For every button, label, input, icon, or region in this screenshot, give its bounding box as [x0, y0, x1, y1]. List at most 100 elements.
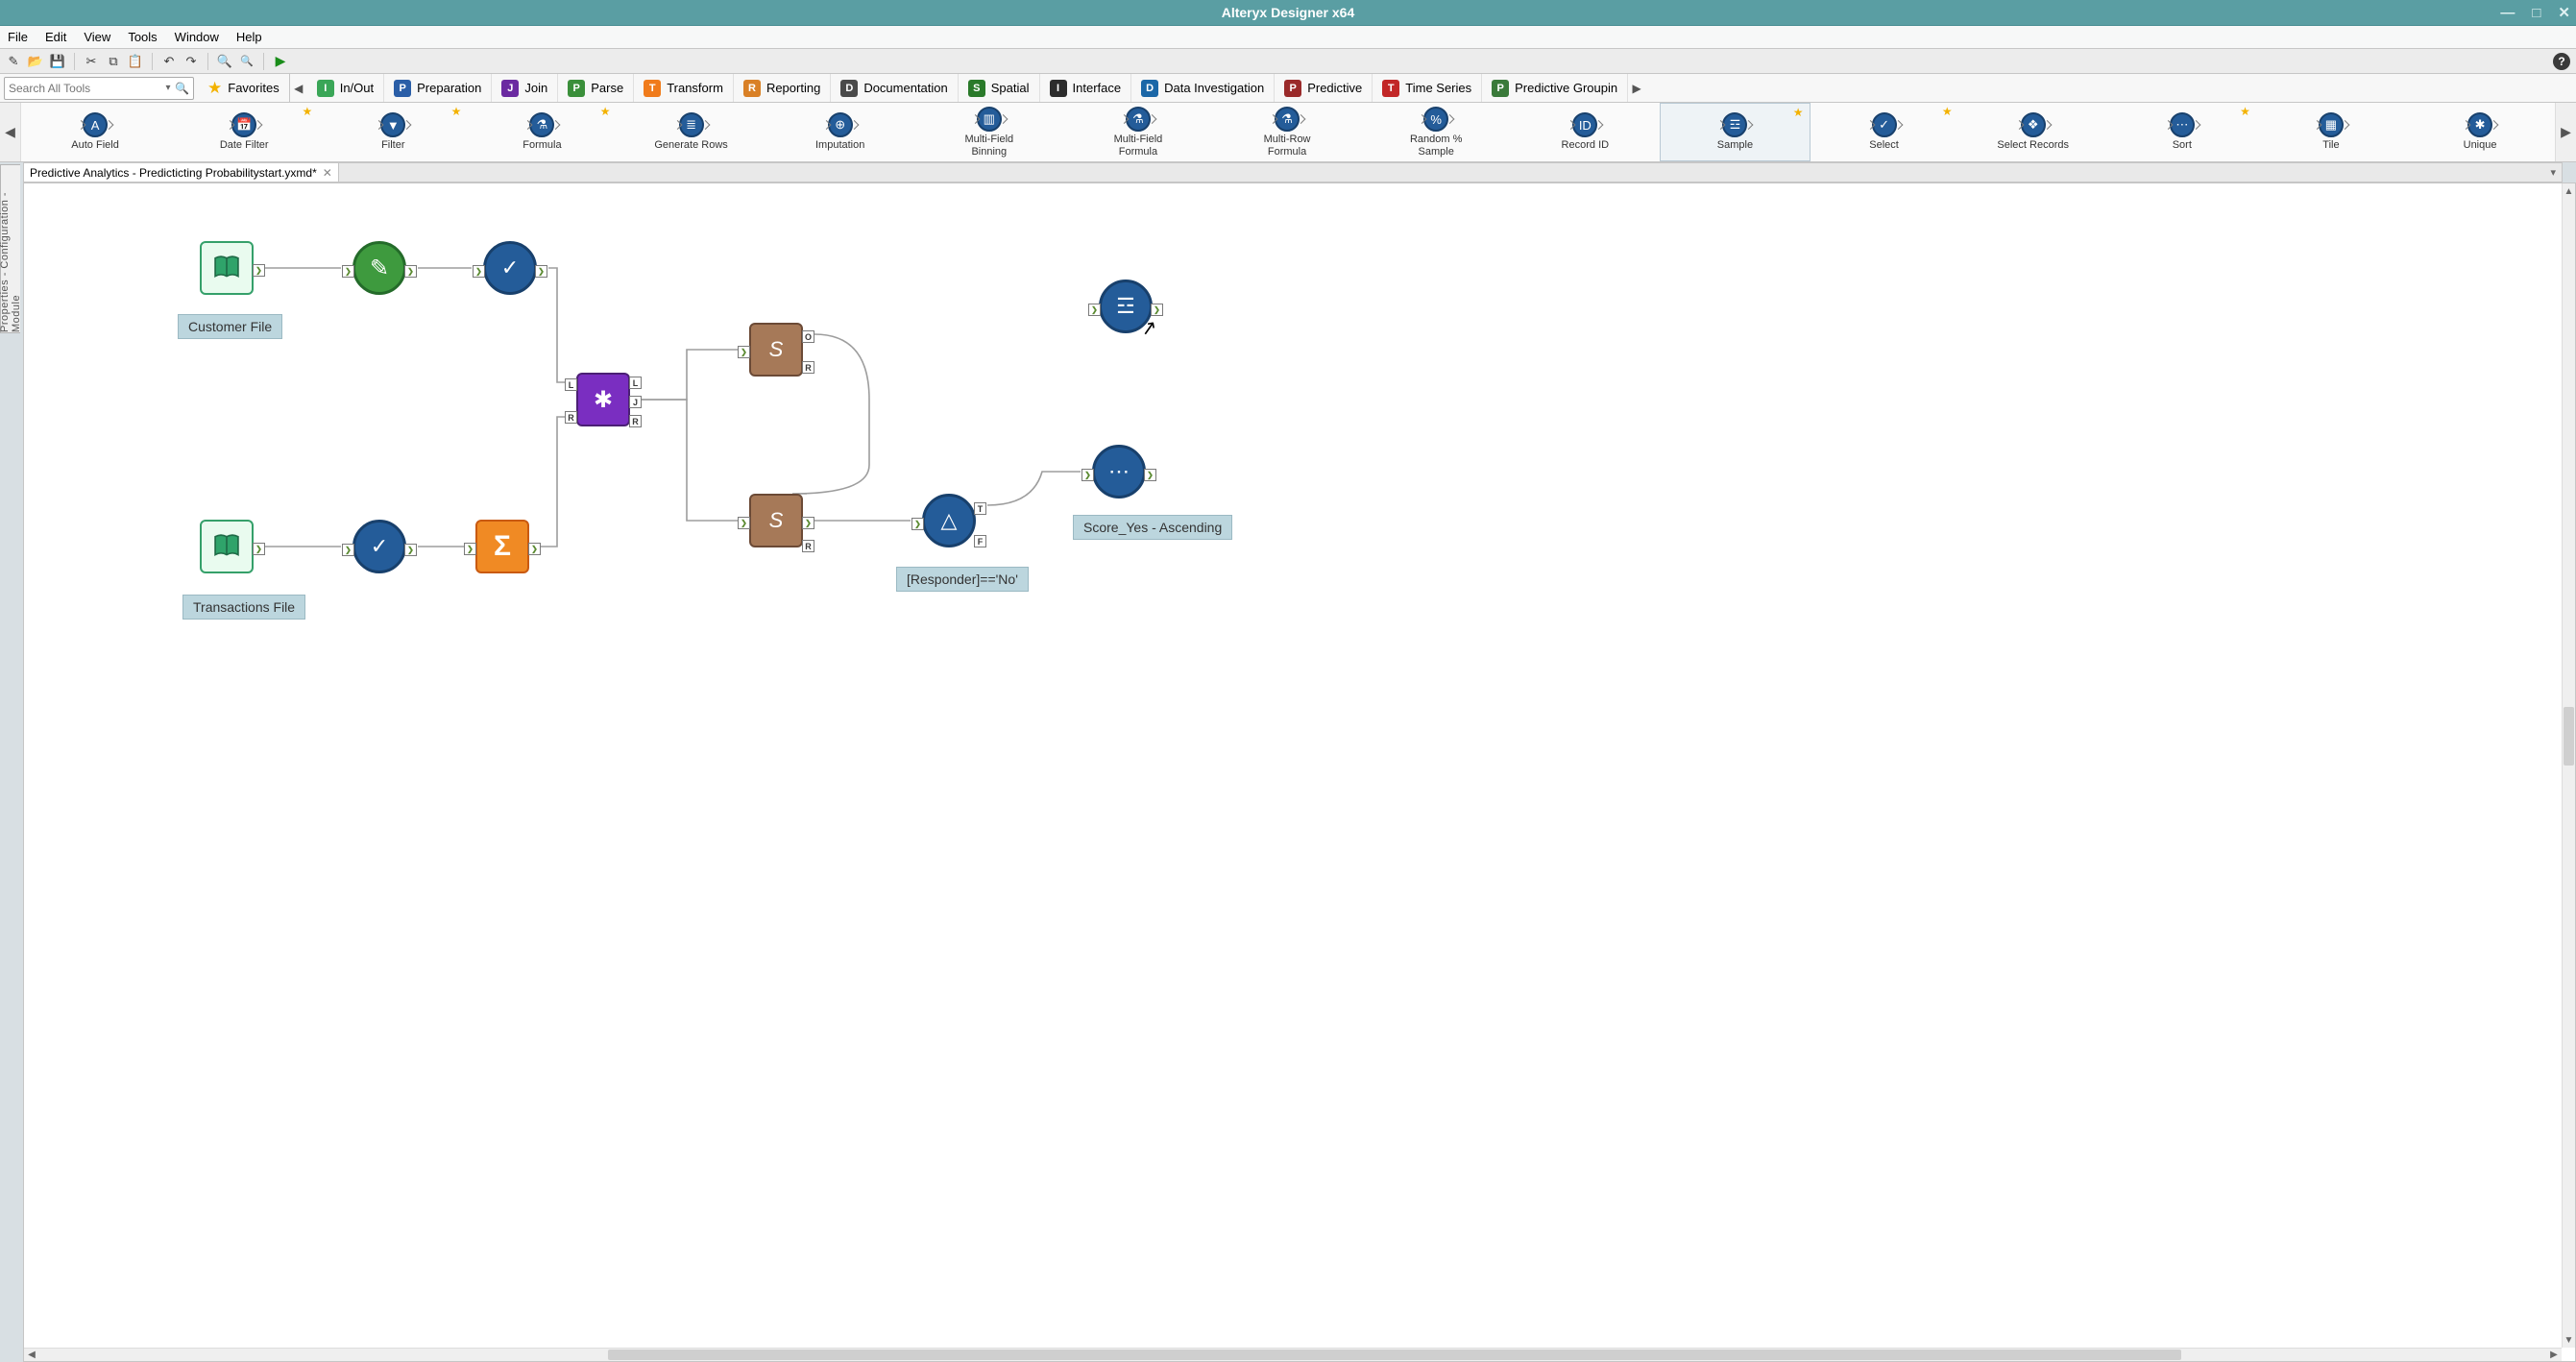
anchor[interactable]: [629, 396, 642, 408]
scroll-left-icon[interactable]: ◀: [24, 1349, 39, 1361]
tool-random-sample[interactable]: %Random % Sample: [1362, 103, 1511, 161]
category-preparation[interactable]: PPreparation: [384, 74, 492, 102]
properties-panel-tab[interactable]: Properties - Configuration - Module: [0, 164, 20, 333]
run-icon[interactable]: ▶: [273, 54, 288, 69]
node-sample[interactable]: ☲: [1099, 280, 1153, 333]
node-score2[interactable]: S: [749, 494, 803, 547]
anchor[interactable]: [738, 346, 750, 358]
open-icon[interactable]: 📂: [28, 54, 43, 69]
tool-generate-rows[interactable]: ≣Generate Rows: [618, 103, 766, 161]
anchor[interactable]: [1151, 304, 1163, 316]
tool-search[interactable]: ▾ 🔍: [4, 77, 194, 100]
menu-edit[interactable]: Edit: [45, 30, 66, 44]
tab-close-icon[interactable]: ✕: [323, 166, 332, 180]
anchor[interactable]: [404, 265, 417, 278]
category-predictive-groupin[interactable]: PPredictive Groupin: [1482, 74, 1628, 102]
anchor[interactable]: [802, 361, 814, 374]
document-tab[interactable]: Predictive Analytics - Predicticting Pro…: [24, 163, 339, 182]
anchor[interactable]: [342, 265, 354, 278]
anchor[interactable]: [1144, 469, 1156, 481]
category-scroll-left-icon[interactable]: ◀: [290, 82, 307, 95]
anchor[interactable]: [802, 540, 814, 552]
palette-scroll-left-icon[interactable]: ◀: [0, 103, 21, 161]
node-select1[interactable]: ✓: [483, 241, 537, 295]
category-join[interactable]: JJoin: [492, 74, 558, 102]
anchor[interactable]: [253, 264, 265, 277]
category-reporting[interactable]: RReporting: [734, 74, 831, 102]
window-maximize-icon[interactable]: □: [2532, 6, 2540, 20]
anchor[interactable]: [473, 265, 485, 278]
anchor[interactable]: [464, 543, 476, 555]
scroll-right-icon[interactable]: ▶: [2546, 1349, 2562, 1361]
help-icon[interactable]: ?: [2553, 53, 2570, 70]
tool-filter[interactable]: ★▼Filter: [319, 103, 468, 161]
tool-multi-field-binning[interactable]: ▥Multi-Field Binning: [915, 103, 1064, 161]
redo-icon[interactable]: ↷: [183, 54, 199, 69]
anchor[interactable]: [738, 517, 750, 529]
tool-auto-field[interactable]: AAuto Field: [21, 103, 170, 161]
anchor[interactable]: [629, 415, 642, 427]
anchor[interactable]: [974, 502, 986, 515]
scroll-down-icon[interactable]: ▼: [2563, 1332, 2575, 1348]
anchor[interactable]: [802, 330, 814, 343]
node-score1[interactable]: S: [749, 323, 803, 377]
anchor[interactable]: [565, 411, 577, 424]
menu-file[interactable]: File: [8, 30, 28, 44]
window-close-icon[interactable]: ✕: [2558, 6, 2570, 20]
workflow-canvas[interactable]: ✎✓✓Σ✱SS△⋯☲Customer FileTransactions File…: [24, 183, 2562, 1348]
node-sum[interactable]: Σ: [475, 520, 529, 573]
tool-search-input[interactable]: [9, 82, 161, 95]
category-interface[interactable]: IInterface: [1040, 74, 1132, 102]
palette-scroll-right-icon[interactable]: ▶: [2555, 103, 2576, 161]
node-filter[interactable]: △: [922, 494, 976, 547]
canvas-vertical-scrollbar[interactable]: ▲ ▼: [2562, 183, 2575, 1348]
menu-help[interactable]: Help: [236, 30, 262, 44]
anchor[interactable]: [342, 544, 354, 556]
canvas-horizontal-scrollbar[interactable]: ◀ ▶: [24, 1348, 2562, 1361]
anchor[interactable]: [253, 543, 265, 555]
scroll-thumb-horizontal[interactable]: [608, 1350, 2181, 1360]
category-transform[interactable]: TTransform: [634, 74, 734, 102]
node-join[interactable]: ✱: [576, 373, 630, 426]
node-input1[interactable]: [200, 241, 254, 295]
tool-date-filter[interactable]: ★📅Date Filter: [170, 103, 319, 161]
anchor[interactable]: [1081, 469, 1094, 481]
anchor[interactable]: [404, 544, 417, 556]
node-sort[interactable]: ⋯: [1092, 445, 1146, 499]
copy-icon[interactable]: ⧉: [106, 54, 121, 69]
scroll-up-icon[interactable]: ▲: [2563, 183, 2575, 199]
zoom-out-icon[interactable]: 🔍: [239, 54, 255, 69]
tab-overflow-icon[interactable]: ▾: [2544, 166, 2562, 179]
tool-formula[interactable]: ★⚗Formula: [468, 103, 617, 161]
tool-select[interactable]: ★✓Select: [1810, 103, 1959, 161]
window-minimize-icon[interactable]: —: [2500, 6, 2515, 20]
tool-record-id[interactable]: IDRecord ID: [1511, 103, 1660, 161]
paste-icon[interactable]: 📋: [128, 54, 143, 69]
tool-sample[interactable]: ★☲Sample: [1660, 103, 1810, 161]
category-predictive[interactable]: PPredictive: [1275, 74, 1373, 102]
node-data1[interactable]: ✎: [352, 241, 406, 295]
search-icon[interactable]: 🔍: [175, 82, 189, 95]
save-icon[interactable]: 💾: [50, 54, 65, 69]
tool-sort[interactable]: ★⋯Sort: [2108, 103, 2257, 161]
node-input2[interactable]: [200, 520, 254, 573]
anchor[interactable]: [974, 535, 986, 547]
scroll-thumb-vertical[interactable]: [2564, 707, 2574, 766]
category-in-out[interactable]: IIn/Out: [307, 74, 384, 102]
undo-icon[interactable]: ↶: [161, 54, 177, 69]
menu-window[interactable]: Window: [175, 30, 219, 44]
cut-icon[interactable]: ✂: [84, 54, 99, 69]
zoom-in-icon[interactable]: 🔍: [217, 54, 232, 69]
anchor[interactable]: [911, 518, 924, 530]
category-parse[interactable]: PParse: [558, 74, 634, 102]
tool-tile[interactable]: ▦Tile: [2257, 103, 2406, 161]
category-spatial[interactable]: SSpatial: [959, 74, 1040, 102]
anchor[interactable]: [629, 377, 642, 389]
menu-tools[interactable]: Tools: [128, 30, 157, 44]
category-data-investigation[interactable]: DData Investigation: [1131, 74, 1275, 102]
category-documentation[interactable]: DDocumentation: [831, 74, 958, 102]
anchor[interactable]: [535, 265, 547, 278]
tool-multi-row-formula[interactable]: ⚗Multi-Row Formula: [1213, 103, 1362, 161]
anchor[interactable]: [565, 378, 577, 391]
menu-view[interactable]: View: [84, 30, 110, 44]
